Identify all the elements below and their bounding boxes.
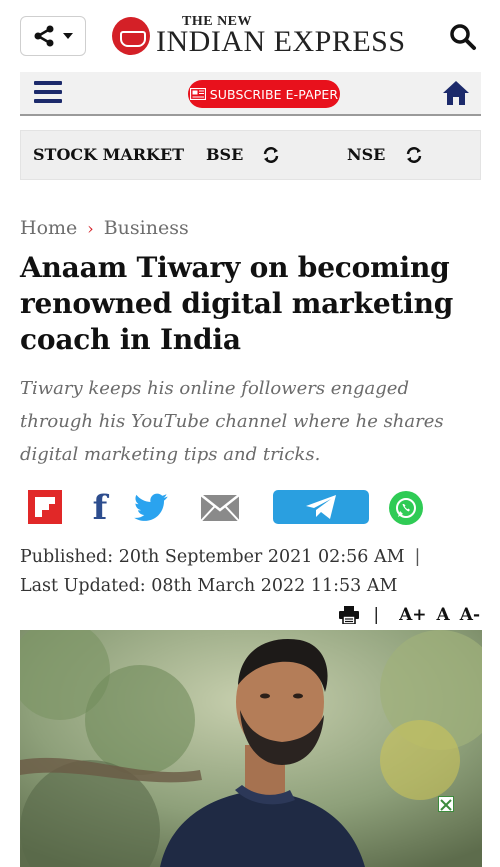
hero-photo	[20, 630, 482, 867]
nav-bar: SUBSCRIBE E-PAPER	[20, 72, 481, 116]
article-dates: Published: 20th September 2021 02:56 AM |…	[20, 543, 482, 601]
print-icon[interactable]	[339, 606, 360, 624]
stock-market-label: STOCK MARKET	[33, 145, 185, 164]
article-subtitle: Tiwary keeps his online followers engage…	[20, 378, 444, 465]
search-icon[interactable]	[448, 22, 478, 52]
site-logo[interactable]: THE NEW INDIAN EXPRESS	[112, 12, 406, 60]
hamburger-menu-icon[interactable]	[34, 81, 62, 103]
facebook-icon[interactable]: f	[86, 488, 114, 528]
logo-emblem-icon	[112, 17, 150, 55]
tools-separator: |	[373, 605, 380, 625]
share-icon	[34, 25, 54, 47]
chevron-down-icon	[63, 33, 73, 39]
telegram-button[interactable]	[273, 490, 369, 524]
bse-label: BSE	[206, 145, 244, 164]
subscribe-label: SUBSCRIBE E-PAPER	[209, 86, 339, 102]
social-share-bar: f	[0, 488, 500, 530]
site-header: THE NEW INDIAN EXPRESS	[0, 0, 500, 72]
breadcrumb: Home › Business	[20, 217, 189, 239]
article-tools: | A+ A A-	[339, 604, 480, 626]
stock-market-bar: STOCK MARKET BSE NSE	[20, 130, 481, 180]
home-icon[interactable]	[442, 80, 470, 106]
whatsapp-icon[interactable]	[389, 491, 423, 525]
font-increase-button[interactable]: A+	[399, 605, 426, 625]
article-hero-image	[20, 630, 482, 867]
share-button[interactable]	[20, 16, 86, 56]
twitter-icon[interactable]	[133, 490, 171, 526]
newspaper-icon	[189, 88, 206, 100]
logo-main-text: INDIAN EXPRESS	[156, 25, 406, 58]
last-updated-date: Last Updated: 08th March 2022 11:53 AM	[20, 576, 398, 596]
mail-icon[interactable]	[199, 490, 241, 526]
bse-refresh-icon[interactable]	[262, 146, 280, 164]
article-title: Anaam Tiwary on becoming renowned digita…	[20, 251, 454, 356]
nse-refresh-icon[interactable]	[405, 146, 423, 164]
breadcrumb-separator: ›	[87, 218, 94, 238]
flipboard-icon[interactable]	[28, 490, 62, 524]
nse-label: NSE	[347, 145, 386, 164]
font-decrease-button[interactable]: A-	[460, 605, 480, 625]
telegram-icon	[306, 495, 336, 519]
date-separator: |	[414, 547, 421, 567]
published-date: Published: 20th September 2021 02:56 AM	[20, 547, 405, 567]
subscribe-epaper-button[interactable]: SUBSCRIBE E-PAPER	[188, 80, 340, 108]
breadcrumb-business-link[interactable]: Business	[104, 217, 189, 239]
breadcrumb-home-link[interactable]: Home	[20, 217, 77, 239]
font-normal-button[interactable]: A	[437, 605, 450, 625]
ad-close-icon[interactable]	[438, 796, 454, 812]
